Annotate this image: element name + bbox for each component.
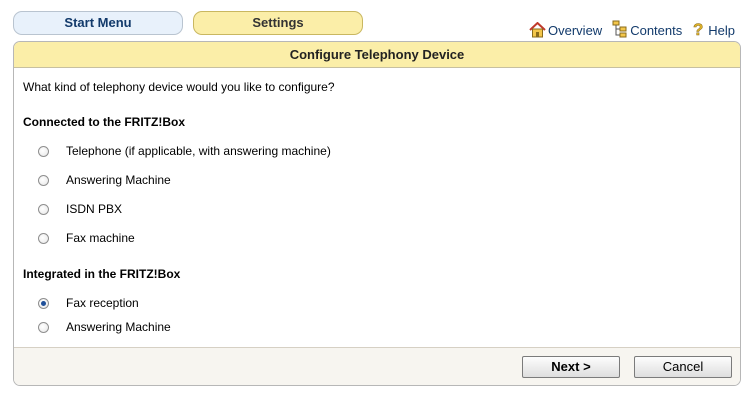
section-connected-title: Connected to the FRITZ!Box [23,115,185,129]
option-label: Answering Machine [66,173,171,187]
option-isdn-pbx[interactable]: ISDN PBX [38,200,122,218]
cancel-button[interactable]: Cancel [634,356,732,378]
radio-telephone[interactable] [38,145,49,157]
option-label: Telephone (if applicable, with answering… [66,144,331,158]
contents-label: Contents [630,23,683,38]
next-button[interactable]: Next > [522,356,620,378]
radio-fax-machine[interactable] [38,232,49,244]
settings-tab[interactable]: Settings [193,11,363,35]
help-label: Help [708,23,735,38]
overview-link[interactable]: Overview [529,22,602,38]
overview-label: Overview [548,23,603,38]
button-bar: Next > Cancel [14,347,740,385]
option-label: Fax reception [66,296,139,310]
question-mark-icon: ? [692,20,706,38]
svg-text:?: ? [693,20,703,38]
configure-panel: Configure Telephony Device What kind of … [13,41,741,386]
option-answering-machine-integrated[interactable]: Answering Machine [38,318,171,336]
help-link[interactable]: ? Help [692,20,735,38]
option-fax-machine[interactable]: Fax machine [38,229,135,247]
option-label: Fax machine [66,231,135,245]
question-text: What kind of telephony device would you … [23,80,335,94]
home-icon [529,22,546,38]
option-telephone[interactable]: Telephone (if applicable, with answering… [38,142,331,160]
radio-answering-machine-integrated[interactable] [38,321,49,333]
top-links: Overview Contents ? Help [529,14,735,38]
option-fax-reception[interactable]: Fax reception [38,294,139,312]
tree-icon [612,20,628,38]
radio-answering-machine-connected[interactable] [38,174,49,186]
radio-fax-reception[interactable] [38,297,49,309]
panel-title: Configure Telephony Device [14,42,740,68]
start-menu-tab[interactable]: Start Menu [13,11,183,35]
option-label: Answering Machine [66,320,171,334]
contents-link[interactable]: Contents [612,20,682,38]
section-integrated-title: Integrated in the FRITZ!Box [23,267,181,281]
option-label: ISDN PBX [66,202,123,216]
radio-isdn-pbx[interactable] [38,203,49,215]
option-answering-machine-connected[interactable]: Answering Machine [38,171,171,189]
